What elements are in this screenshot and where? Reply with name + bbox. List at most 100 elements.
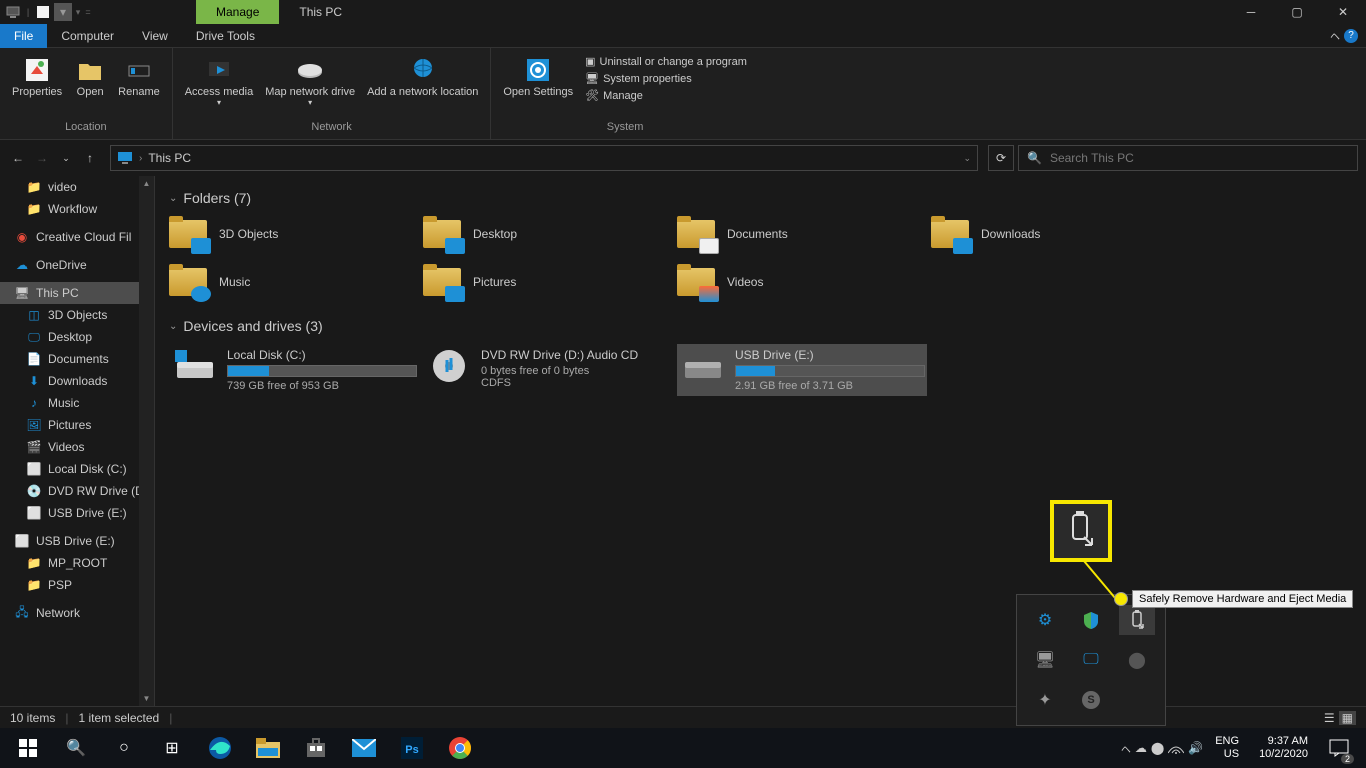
drives-section-header[interactable]: ⌄ Devices and drives (3)	[169, 318, 1352, 334]
folder-documents[interactable]: Documents	[677, 216, 927, 252]
lenovo-tray-icon[interactable]: ⬤	[1151, 741, 1164, 755]
sidebar-item-workflow[interactable]: 📁Workflow	[0, 198, 154, 220]
tray-overflow-button[interactable]: ヘ	[1121, 741, 1131, 756]
uninstall-program-button[interactable]: ▣Uninstall or change a program	[583, 54, 749, 69]
chrome-button[interactable]	[436, 728, 484, 768]
network-group-label: Network	[311, 121, 351, 135]
store-button[interactable]	[292, 728, 340, 768]
edge-button[interactable]	[196, 728, 244, 768]
sidebar-item-usb-root[interactable]: ⬜USB Drive (E:)	[0, 530, 154, 552]
cortana-button[interactable]: ○	[100, 728, 148, 768]
map-drive-icon	[294, 54, 326, 86]
open-settings-button[interactable]: Open Settings	[497, 52, 579, 100]
sidebar-item-downloads[interactable]: ⬇Downloads	[0, 370, 154, 392]
forward-button[interactable]: →	[32, 148, 52, 168]
address-dropdown[interactable]: ⌄	[963, 153, 971, 164]
drive-dvd-d[interactable]: DVD RW Drive (D:) Audio CD 0 bytes free …	[423, 344, 673, 396]
view-tab[interactable]: View	[128, 24, 182, 48]
sidebar-item-videos[interactable]: 🎬Videos	[0, 436, 154, 458]
scroll-up[interactable]: ▲	[139, 176, 154, 191]
ribbon-collapse-icon[interactable]: ヘ	[1330, 28, 1340, 43]
sidebar-item-dvd[interactable]: 💿DVD RW Drive (D	[0, 480, 154, 502]
help-icon[interactable]: ?	[1344, 29, 1358, 43]
monitor-tray-icon[interactable]: 🖥	[1027, 645, 1063, 675]
sidebar-item-creative-cloud[interactable]: ◉Creative Cloud Fil	[0, 226, 154, 248]
photoshop-button[interactable]: Ps	[388, 728, 436, 768]
folder-3dobjects[interactable]: 3D Objects	[169, 216, 419, 252]
refresh-button[interactable]: ⟳	[988, 145, 1014, 171]
mail-button[interactable]	[340, 728, 388, 768]
eject-media-tray-icon[interactable]	[1119, 605, 1155, 635]
display-tray-icon[interactable]: 🖵	[1073, 645, 1109, 675]
add-location-icon	[407, 54, 439, 86]
properties-button[interactable]: Properties	[6, 52, 68, 100]
back-button[interactable]: ←	[8, 148, 28, 168]
sidebar-item-network[interactable]: 🖧Network	[0, 602, 154, 624]
sidebar-item-documents[interactable]: 📄Documents	[0, 348, 154, 370]
drive-tools-tab[interactable]: Drive Tools	[182, 24, 269, 48]
details-view-button[interactable]: ☰	[1324, 711, 1335, 725]
file-tab[interactable]: File	[0, 24, 47, 48]
task-view-button[interactable]: ⊞	[148, 728, 196, 768]
rename-icon	[123, 54, 155, 86]
settings-tray-icon[interactable]: ⚙	[1027, 605, 1063, 635]
sidebar-item-localdisk[interactable]: ⬜Local Disk (C:)	[0, 458, 154, 480]
volume-tray-icon[interactable]: 🔊	[1188, 741, 1203, 755]
sidebar-item-thispc[interactable]: 🖥This PC	[0, 282, 154, 304]
add-network-location-button[interactable]: Add a network location	[361, 52, 484, 100]
scroll-down[interactable]: ▼	[139, 691, 154, 706]
drive-localdisk-c[interactable]: Local Disk (C:) 739 GB free of 953 GB	[169, 344, 419, 396]
minimize-button[interactable]: ─	[1228, 0, 1274, 24]
qat-overflow[interactable]: =	[84, 7, 92, 17]
wifi-tray-icon[interactable]	[1168, 741, 1184, 755]
folder-icon	[169, 264, 209, 300]
large-icons-view-button[interactable]: ▦	[1339, 711, 1356, 725]
undo-qat-icon[interactable]: ▾	[54, 3, 72, 21]
search-taskbar-button[interactable]: 🔍	[52, 728, 100, 768]
network-icon: 🖧	[14, 605, 30, 621]
access-media-button[interactable]: Access media ▾	[179, 52, 259, 109]
taskbar-lang[interactable]: ENGUS	[1207, 735, 1247, 761]
graphics-tray-icon[interactable]: ⬤	[1119, 645, 1155, 675]
up-button[interactable]: ↑	[80, 148, 100, 168]
rename-button[interactable]: Rename	[112, 52, 166, 100]
computer-tab[interactable]: Computer	[47, 24, 128, 48]
manage-button[interactable]: 🛠Manage	[583, 88, 749, 103]
thispc-qat-icon[interactable]	[4, 3, 22, 21]
onedrive-tray-icon[interactable]: ☁	[1135, 741, 1147, 755]
address-bar[interactable]: › This PC ⌄	[110, 145, 978, 171]
drive-usb-e[interactable]: USB Drive (E:) 2.91 GB free of 3.71 GB	[677, 344, 927, 396]
maximize-button[interactable]: ▢	[1274, 0, 1320, 24]
map-network-drive-button[interactable]: Map network drive ▾	[259, 52, 361, 109]
folder-videos[interactable]: Videos	[677, 264, 927, 300]
meet-tray-icon[interactable]: ✦	[1027, 685, 1063, 715]
breadcrumb[interactable]: This PC	[148, 151, 191, 165]
notifications-button[interactable]: 2	[1320, 728, 1358, 768]
folder-desktop[interactable]: Desktop	[423, 216, 673, 252]
folders-section-header[interactable]: ⌄ Folders (7)	[169, 190, 1352, 206]
sidebar-item-usb[interactable]: ⬜USB Drive (E:)	[0, 502, 154, 524]
start-button[interactable]	[4, 728, 52, 768]
taskbar-clock[interactable]: 9:37 AM10/2/2020	[1251, 735, 1316, 761]
sidebar-item-music[interactable]: ♪Music	[0, 392, 154, 414]
sidebar-item-video[interactable]: 📁video	[0, 176, 154, 198]
system-properties-button[interactable]: 🖥System properties	[583, 71, 749, 86]
sidebar-item-desktop[interactable]: 🖵Desktop	[0, 326, 154, 348]
properties-qat-icon[interactable]	[34, 3, 52, 21]
sidebar-item-psp[interactable]: 📁PSP	[0, 574, 154, 596]
sidebar-item-3dobjects[interactable]: ◫3D Objects	[0, 304, 154, 326]
recent-dropdown[interactable]: ⌄	[56, 148, 76, 168]
skype-tray-icon[interactable]: S	[1073, 685, 1109, 715]
folder-pictures[interactable]: Pictures	[423, 264, 673, 300]
sidebar-item-mproot[interactable]: 📁MP_ROOT	[0, 552, 154, 574]
explorer-button[interactable]	[244, 728, 292, 768]
sidebar-item-onedrive[interactable]: ☁OneDrive	[0, 254, 154, 276]
close-button[interactable]: ✕	[1320, 0, 1366, 24]
sidebar-item-pictures[interactable]: 🖼Pictures	[0, 414, 154, 436]
open-button[interactable]: Open	[68, 52, 112, 100]
folder-downloads[interactable]: Downloads	[931, 216, 1181, 252]
manage-tool-tab[interactable]: Manage	[196, 0, 279, 24]
search-box[interactable]: 🔍 Search This PC	[1018, 145, 1358, 171]
security-tray-icon[interactable]	[1073, 605, 1109, 635]
folder-music[interactable]: Music	[169, 264, 419, 300]
